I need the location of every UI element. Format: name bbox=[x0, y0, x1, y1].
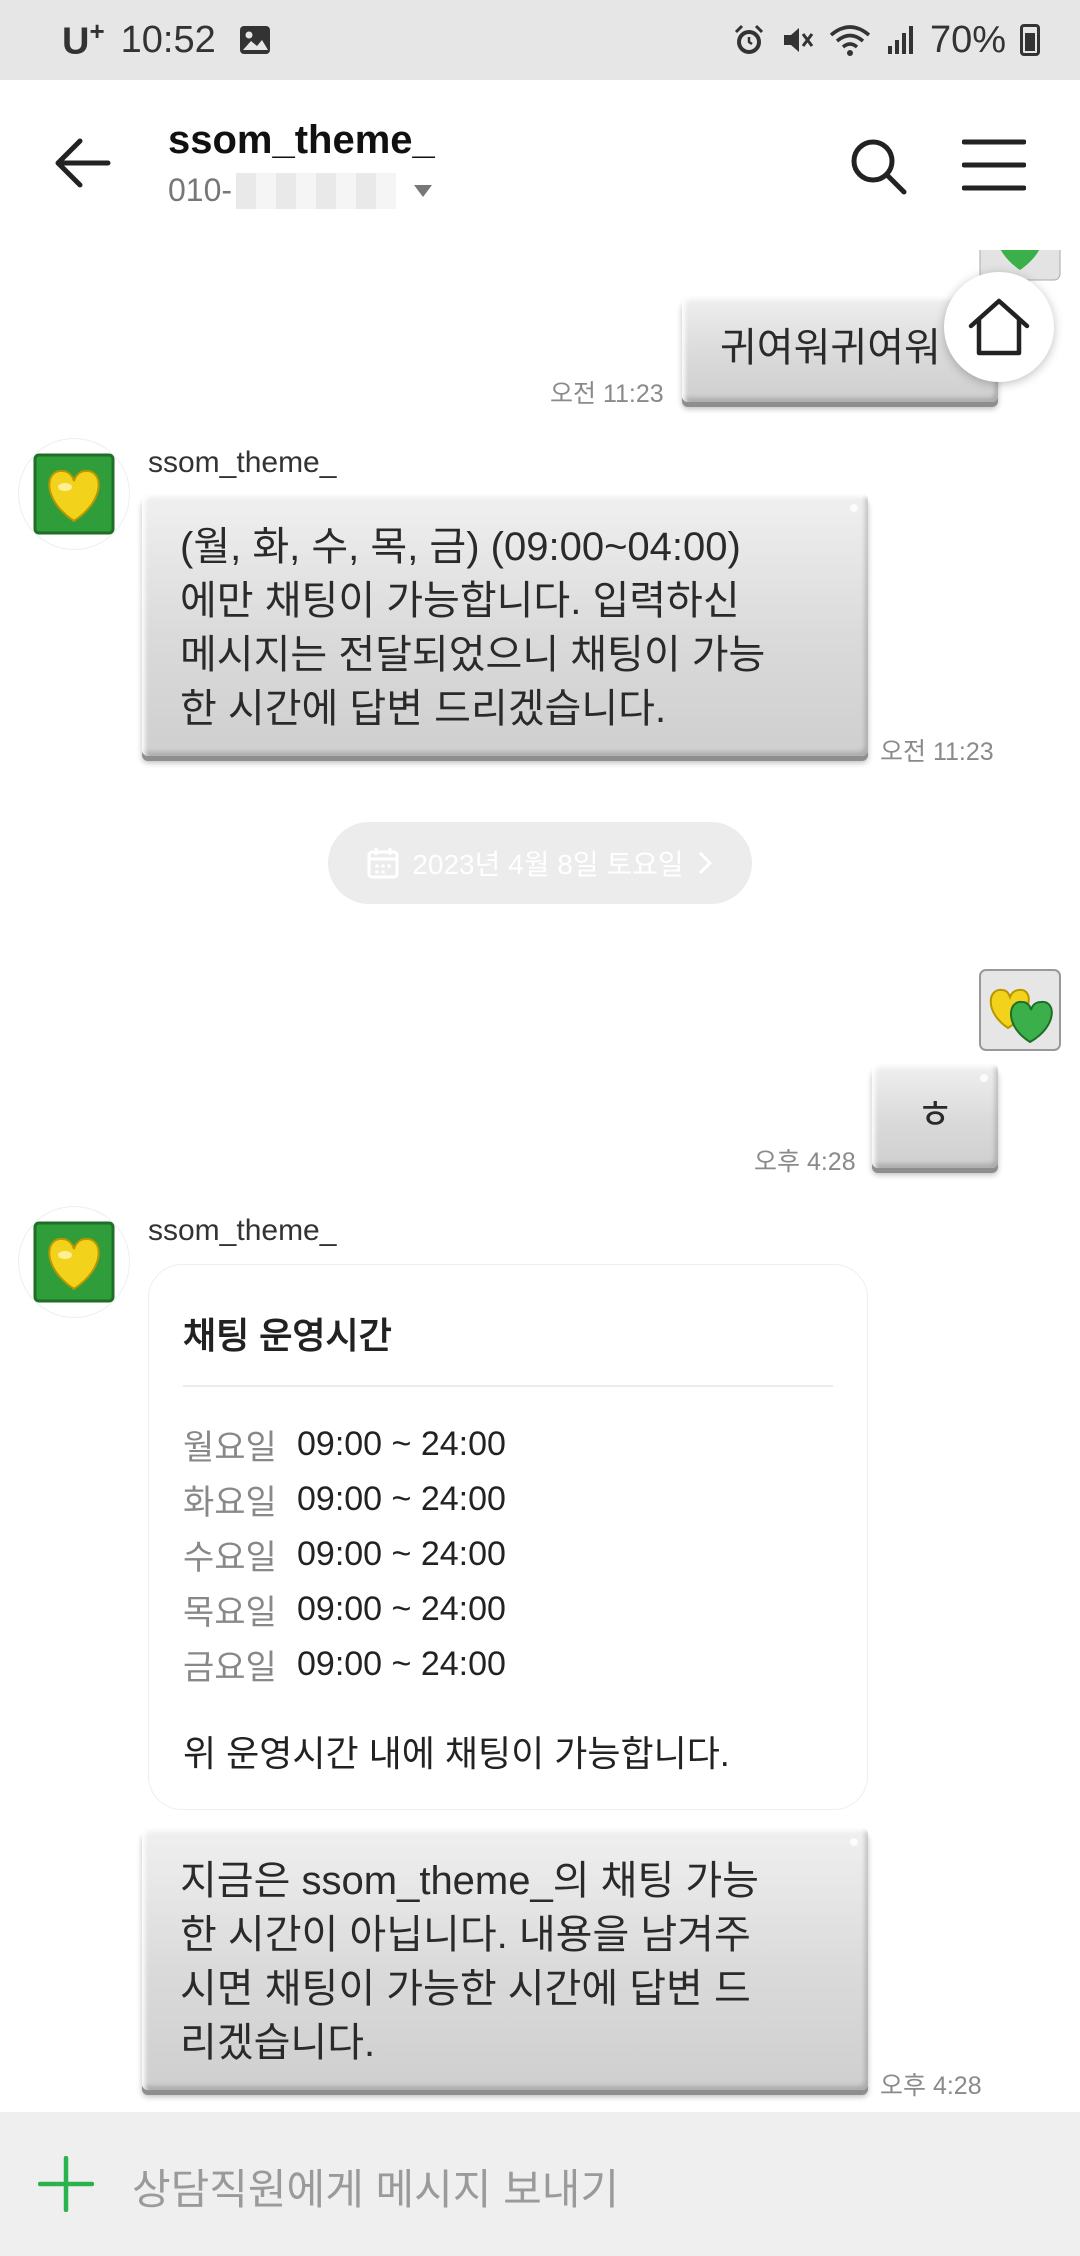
alarm-icon bbox=[732, 23, 766, 57]
message-line: 한 시간에 답변 드리겠습니다. bbox=[180, 687, 667, 731]
day-label: 화요일 bbox=[183, 1484, 277, 1522]
phone-prefix: 010- bbox=[168, 172, 233, 208]
bubble-highlight bbox=[980, 1074, 988, 1082]
heart-sticker-icon bbox=[33, 1221, 115, 1303]
image-icon bbox=[238, 24, 272, 56]
hours-value: 09:00 ~ 24:00 bbox=[297, 1425, 506, 1463]
day-label: 월요일 bbox=[183, 1429, 277, 1467]
hours-row: 월요일 09:00 ~ 24:00 bbox=[183, 1417, 506, 1472]
message-line: 에만 채팅이 가능합니다. 입력하신 bbox=[180, 579, 740, 623]
search-button[interactable] bbox=[848, 136, 908, 196]
message-input-bar: 상담직원에게 메시지 보내기 bbox=[0, 2112, 1080, 2256]
incoming-message-bubble[interactable]: 지금은 ssom_theme_의 채팅 가능 한 시간이 아닙니다. 내용을 남… bbox=[142, 1828, 868, 2090]
vibrate-mute-icon bbox=[780, 23, 814, 57]
signal-icon bbox=[886, 24, 916, 56]
chevron-right-icon bbox=[698, 851, 712, 875]
divider bbox=[183, 1385, 833, 1387]
calendar-icon bbox=[367, 848, 399, 879]
menu-button[interactable] bbox=[961, 138, 1027, 192]
chat-header: ssom_theme_ 010- bbox=[0, 80, 1080, 250]
card-note: 위 운영시간 내에 채팅이 가능합니다. bbox=[183, 1733, 730, 1774]
clock: 10:52 bbox=[120, 18, 216, 61]
day-label: 금요일 bbox=[183, 1649, 277, 1687]
hours-row: 화요일 09:00 ~ 24:00 bbox=[183, 1472, 506, 1527]
heart-sticker[interactable] bbox=[978, 968, 1062, 1052]
sender-name: ssom_theme_ bbox=[148, 446, 337, 479]
bubble-highlight bbox=[850, 504, 858, 512]
carrier-label: U+ bbox=[62, 16, 105, 63]
message-line: 시면 채팅이 가능한 시간에 답변 드 bbox=[180, 1967, 751, 2011]
heart-sticker-icon bbox=[33, 453, 115, 535]
message-time: 오전 11:23 bbox=[880, 738, 994, 766]
plus-icon bbox=[37, 2155, 95, 2213]
message-line: 한 시간이 아닙니다. 내용을 남겨주 bbox=[180, 1913, 751, 1957]
hours-value: 09:00 ~ 24:00 bbox=[297, 1480, 506, 1518]
battery-icon bbox=[1020, 24, 1040, 56]
date-divider[interactable]: 2023년 4월 8일 토요일 bbox=[328, 822, 752, 904]
hours-row: 금요일 09:00 ~ 24:00 bbox=[183, 1637, 506, 1692]
battery-percent: 70% bbox=[929, 18, 1006, 61]
hours-value: 09:00 ~ 24:00 bbox=[297, 1535, 506, 1573]
incoming-message-bubble[interactable]: (월, 화, 수, 목, 금) (09:00~04:00) 에만 채팅이 가능합… bbox=[142, 494, 868, 756]
bubble-highlight bbox=[850, 1838, 858, 1846]
operating-hours-card: 채팅 운영시간 월요일 09:00 ~ 24:00 화요일 09:00 ~ 24:0… bbox=[148, 1264, 868, 1810]
message-line: 메시지는 전달되었으니 채팅이 가능 bbox=[180, 633, 766, 677]
message-time: 오전 11:23 bbox=[550, 380, 664, 408]
hours-row: 목요일 09:00 ~ 24:00 bbox=[183, 1582, 506, 1637]
avatar[interactable] bbox=[18, 438, 130, 550]
arrow-left-icon bbox=[55, 138, 111, 188]
day-label: 수요일 bbox=[183, 1539, 277, 1577]
phone-number-selector[interactable]: 010- bbox=[168, 172, 433, 209]
message-line: (월, 화, 수, 목, 금) (09:00~04:00) bbox=[180, 525, 741, 569]
home-button[interactable] bbox=[944, 272, 1054, 382]
search-icon bbox=[851, 139, 907, 195]
phone-number-blurred bbox=[236, 172, 397, 209]
date-label: 2023년 4월 8일 토요일 bbox=[412, 849, 684, 880]
attach-button[interactable] bbox=[37, 2155, 95, 2213]
message-input[interactable]: 상담직원에게 메시지 보내기 bbox=[132, 2156, 619, 2217]
back-button[interactable] bbox=[50, 135, 114, 191]
outgoing-message-bubble[interactable]: ㅎ bbox=[872, 1064, 998, 1168]
chat-title[interactable]: ssom_theme_ bbox=[168, 118, 435, 163]
message-text: ㅎ bbox=[916, 1093, 954, 1137]
hours-value: 09:00 ~ 24:00 bbox=[297, 1590, 506, 1628]
wifi-icon bbox=[828, 23, 872, 57]
hours-value: 09:00 ~ 24:00 bbox=[297, 1645, 506, 1683]
message-time: 오후 4:28 bbox=[880, 2072, 982, 2100]
chevron-down-icon bbox=[414, 184, 433, 197]
message-line: 리겠습니다. bbox=[180, 2021, 376, 2065]
hours-row: 수요일 09:00 ~ 24:00 bbox=[183, 1527, 506, 1582]
hamburger-menu-icon bbox=[961, 139, 1027, 191]
message-time: 오후 4:28 bbox=[754, 1148, 856, 1176]
card-title: 채팅 운영시간 bbox=[183, 1315, 392, 1356]
hours-list: 월요일 09:00 ~ 24:00 화요일 09:00 ~ 24:00 수요일 09:… bbox=[183, 1417, 506, 1692]
double-heart-sticker-icon bbox=[979, 969, 1061, 1051]
avatar[interactable] bbox=[18, 1206, 130, 1318]
sender-name: ssom_theme_ bbox=[148, 1214, 337, 1247]
status-bar: U+ 10:52 70% bbox=[0, 0, 1080, 80]
day-label: 목요일 bbox=[183, 1594, 277, 1632]
home-icon bbox=[968, 298, 1030, 356]
message-line: 지금은 ssom_theme_의 채팅 가능 bbox=[180, 1859, 759, 1903]
